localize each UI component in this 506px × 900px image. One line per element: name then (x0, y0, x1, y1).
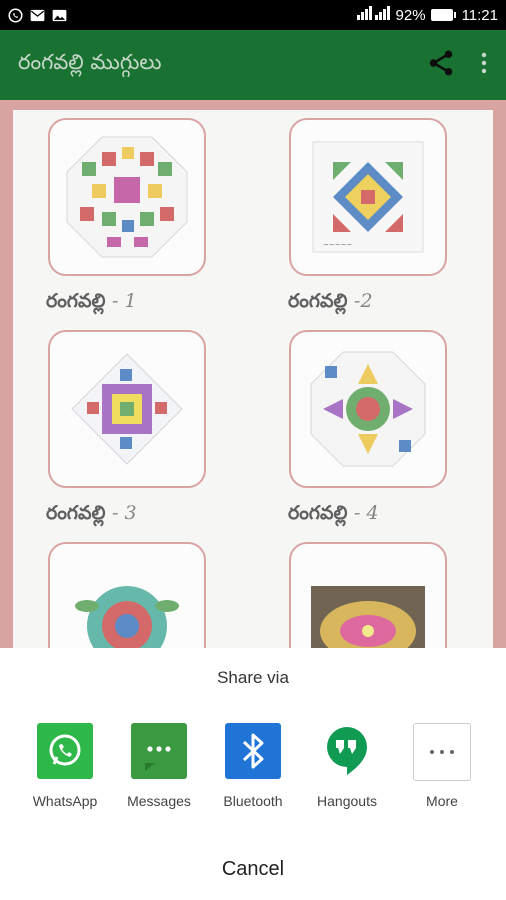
hangouts-icon (319, 723, 375, 779)
share-app-hangouts[interactable]: Hangouts (300, 723, 394, 809)
share-sheet: Share via WhatsApp Messages Bluetooth Ha… (0, 648, 506, 900)
share-app-bluetooth[interactable]: Bluetooth (206, 723, 300, 809)
dim-overlay[interactable] (0, 100, 506, 648)
share-app-messages[interactable]: Messages (112, 723, 206, 809)
whatsapp-icon (37, 723, 93, 779)
battery-percent: 92% (395, 6, 426, 24)
battery-icon (430, 9, 456, 21)
bluetooth-icon (225, 723, 281, 779)
messages-icon (131, 723, 187, 779)
more-vert-icon[interactable] (480, 52, 488, 78)
share-app-row: WhatsApp Messages Bluetooth Hangouts Mor… (0, 723, 506, 823)
share-app-label: Bluetooth (223, 793, 283, 809)
whatsapp-icon (8, 7, 23, 23)
share-app-label: More (426, 793, 458, 809)
share-sheet-title: Share via (217, 668, 289, 687)
share-app-more[interactable]: More (395, 723, 489, 809)
share-app-label: Hangouts (317, 793, 377, 809)
image-icon (52, 8, 67, 23)
clock: 11:21 (461, 6, 498, 24)
mail-icon (30, 8, 45, 23)
share-app-label: Messages (127, 793, 191, 809)
share-icon[interactable] (426, 48, 456, 82)
more-icon (413, 723, 471, 781)
signal-icon (356, 6, 391, 24)
app-title: రంగవల్లి ముగ్గులు (18, 50, 162, 74)
share-app-label: WhatsApp (32, 793, 98, 809)
status-bar: 92% 11:21 (0, 0, 506, 30)
cancel-button[interactable]: Cancel (0, 858, 506, 881)
share-app-whatsapp[interactable]: WhatsApp (18, 723, 112, 809)
app-bar: రంగవల్లి ముగ్గులు (0, 30, 506, 100)
